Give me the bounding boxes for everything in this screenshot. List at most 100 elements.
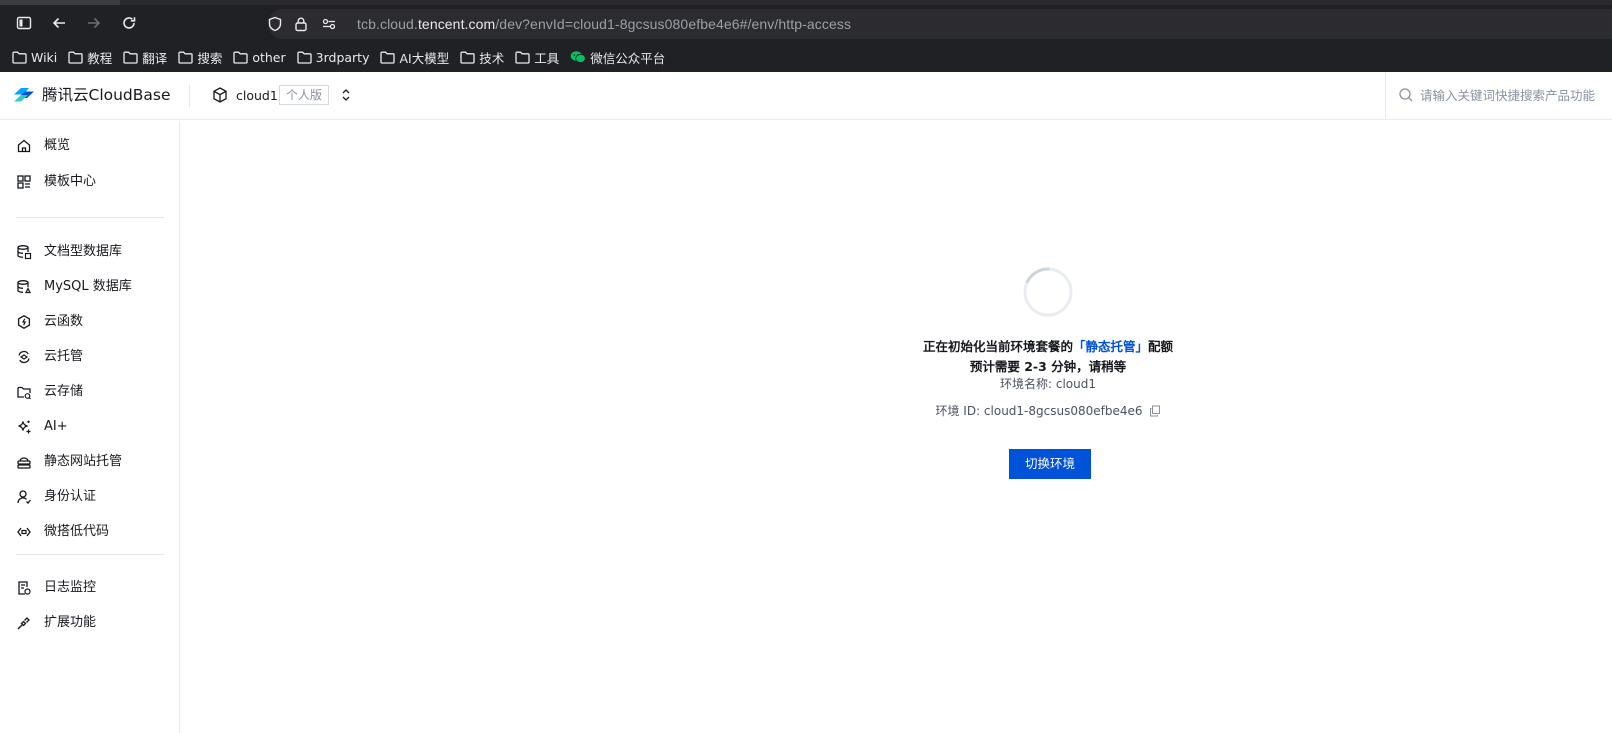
reload-icon[interactable]	[116, 10, 142, 36]
switch-env-button[interactable]: 切换环境	[1009, 449, 1091, 479]
lock-icon[interactable]	[291, 14, 311, 34]
sidebar-item-label: 云托管	[44, 349, 84, 364]
shield-icon[interactable]	[265, 14, 285, 34]
sidebar-item-static-hosting[interactable]: 静态网站托管	[0, 444, 179, 480]
bookmark-search[interactable]: 搜索	[178, 46, 222, 68]
env-name-label: 环境名称:	[1000, 377, 1056, 391]
folder-icon	[380, 51, 396, 64]
init-highlight-static-hosting: 「静态托管」	[1072, 339, 1148, 354]
tab-strip	[0, 0, 1612, 5]
static-hosting-icon	[17, 457, 31, 469]
address-bar[interactable]: tcb.cloud.tencent.com/dev?envId=cloud1-8…	[268, 9, 1612, 39]
env-switch-chevron-icon[interactable]	[339, 87, 353, 103]
bookmark-tutorial[interactable]: 教程	[68, 46, 112, 68]
folder-icon	[233, 51, 248, 64]
sidebar-item-overview[interactable]: 概览	[0, 128, 179, 164]
bookmark-label: 搜索	[197, 50, 223, 66]
cube-icon	[211, 86, 229, 104]
env-name-value: cloud1	[1055, 377, 1096, 391]
folder-icon	[460, 51, 475, 64]
bookmark-wiki[interactable]: Wiki	[12, 46, 57, 68]
loading-spinner-icon	[1023, 267, 1073, 317]
init-status-text: 正在初始化当前环境套餐的「静态托管」配额	[180, 338, 1612, 356]
init-suffix: 配额	[1148, 339, 1174, 354]
header-divider	[189, 85, 190, 107]
sidebar-item-lowcode[interactable]: 微搭低代码	[0, 514, 179, 550]
site-settings-icon[interactable]	[319, 14, 339, 34]
env-selector-name[interactable]: cloud1	[236, 87, 278, 104]
sidebar-item-label: AI+	[44, 419, 68, 434]
sidebar-nav: 概览 模板中心 文档型数据库 MySQL 数据库 云函数 云托管 云存储 AI+…	[0, 121, 180, 733]
folder-icon	[123, 51, 138, 64]
sidebar-item-label: 日志监控	[44, 580, 97, 595]
folder-icon	[296, 51, 312, 64]
identity-icon	[17, 490, 31, 504]
cloudbase-logo-icon[interactable]	[12, 85, 36, 107]
sidebar-item-templates[interactable]: 模板中心	[0, 164, 179, 200]
lowcode-icon	[17, 527, 31, 537]
sidebar-item-cloud-storage[interactable]: 云存储	[0, 374, 179, 410]
sidebar-item-ai-plus[interactable]: AI+	[0, 409, 179, 445]
bookmark-label: other	[252, 49, 286, 65]
sidebar-item-label: 文档型数据库	[44, 244, 123, 259]
wait-text: 预计需要 2-3 分钟，请稍等	[969, 359, 1127, 374]
template-grid-icon	[17, 175, 31, 189]
search-input[interactable]	[1420, 84, 1610, 106]
brand-title[interactable]: 腾讯云CloudBase	[42, 85, 171, 106]
sidebar-item-label: MySQL 数据库	[44, 279, 132, 294]
bookmark-tools[interactable]: 工具	[515, 46, 559, 68]
init-prefix: 正在初始化当前环境套餐的	[922, 339, 1073, 354]
home-icon	[17, 139, 31, 153]
sidebar-item-label: 概览	[44, 138, 71, 153]
sidebar-item-label: 身份认证	[44, 489, 97, 504]
plan-badge: 个人版	[279, 85, 330, 105]
env-id-row: 环境 ID: cloud1-8gcsus080efbe4e6	[180, 403, 1612, 420]
app-header: 腾讯云CloudBase cloud1 个人版	[0, 72, 1612, 120]
bookmark-wechat-platform[interactable]: 微信公众平台	[570, 46, 665, 68]
sidebar-item-label: 云函数	[44, 314, 84, 329]
browser-chrome: tcb.cloud.tencent.com/dev?envId=cloud1-8…	[0, 0, 1612, 72]
extension-icon	[17, 617, 30, 630]
sidebar-item-identity-auth[interactable]: 身份认证	[0, 479, 179, 515]
sidebar-item-cloud-function[interactable]: 云函数	[0, 304, 179, 340]
sidebar-item-label: 云存储	[44, 384, 84, 399]
sidebar-item-mysql-database[interactable]: MySQL 数据库	[0, 269, 179, 305]
cloud-hosting-icon	[18, 350, 30, 364]
back-arrow-icon[interactable]	[46, 10, 72, 36]
env-name-row: 环境名称: cloud1	[180, 376, 1612, 393]
cloud-storage-icon	[17, 386, 31, 400]
bookmark-label: 教程	[87, 50, 113, 66]
sidebar-item-log-monitor[interactable]: 日志监控	[0, 570, 179, 606]
bookmark-label: 工具	[534, 50, 560, 66]
sidebar-item-label: 扩展功能	[44, 615, 97, 630]
bookmark-label: 技术	[479, 50, 505, 66]
sidebar-item-document-database[interactable]: 文档型数据库	[0, 234, 179, 270]
wechat-icon	[570, 51, 586, 63]
url-prefix: tcb.cloud.	[357, 16, 418, 32]
bookmark-label: 翻译	[142, 50, 168, 66]
sidebar-divider	[16, 554, 164, 555]
bookmark-label: 3rdparty	[315, 49, 370, 65]
sidebar-item-label: 模板中心	[44, 174, 97, 189]
sidebar-divider	[16, 217, 164, 218]
sidebar-item-cloud-hosting[interactable]: 云托管	[0, 339, 179, 375]
forward-arrow-icon[interactable]	[81, 10, 107, 36]
product-search	[1385, 72, 1612, 119]
sidebar-item-label: 静态网站托管	[44, 454, 123, 469]
url-text[interactable]: tcb.cloud.tencent.com/dev?envId=cloud1-8…	[357, 15, 851, 33]
sidebar-item-label: 微搭低代码	[44, 524, 110, 539]
sidebar-item-extensions[interactable]: 扩展功能	[0, 605, 179, 641]
bookmark-translate[interactable]: 翻译	[123, 46, 167, 68]
bookmark-ai-models[interactable]: AI大模型	[380, 46, 449, 68]
bookmarks-bar: Wiki 教程 翻译 搜索 other 3rdparty AI大模型 技术 工具…	[12, 46, 676, 68]
sidebar-toggle-icon[interactable]	[11, 10, 37, 36]
document-database-icon	[17, 245, 32, 260]
ai-sparkle-icon	[18, 420, 31, 434]
bookmark-other[interactable]: other	[233, 46, 286, 68]
bookmark-tech[interactable]: 技术	[460, 46, 504, 68]
copy-icon[interactable]	[1149, 405, 1161, 417]
bookmark-3rdparty[interactable]: 3rdparty	[296, 46, 370, 68]
main-content: 正在初始化当前环境套餐的「静态托管」配额 预计需要 2-3 分钟，请稍等 环境名…	[180, 121, 1612, 733]
cloud-function-icon	[17, 315, 31, 329]
url-path: /dev?envId=cloud1-8gcsus080efbe4e6#/env/…	[495, 16, 852, 32]
